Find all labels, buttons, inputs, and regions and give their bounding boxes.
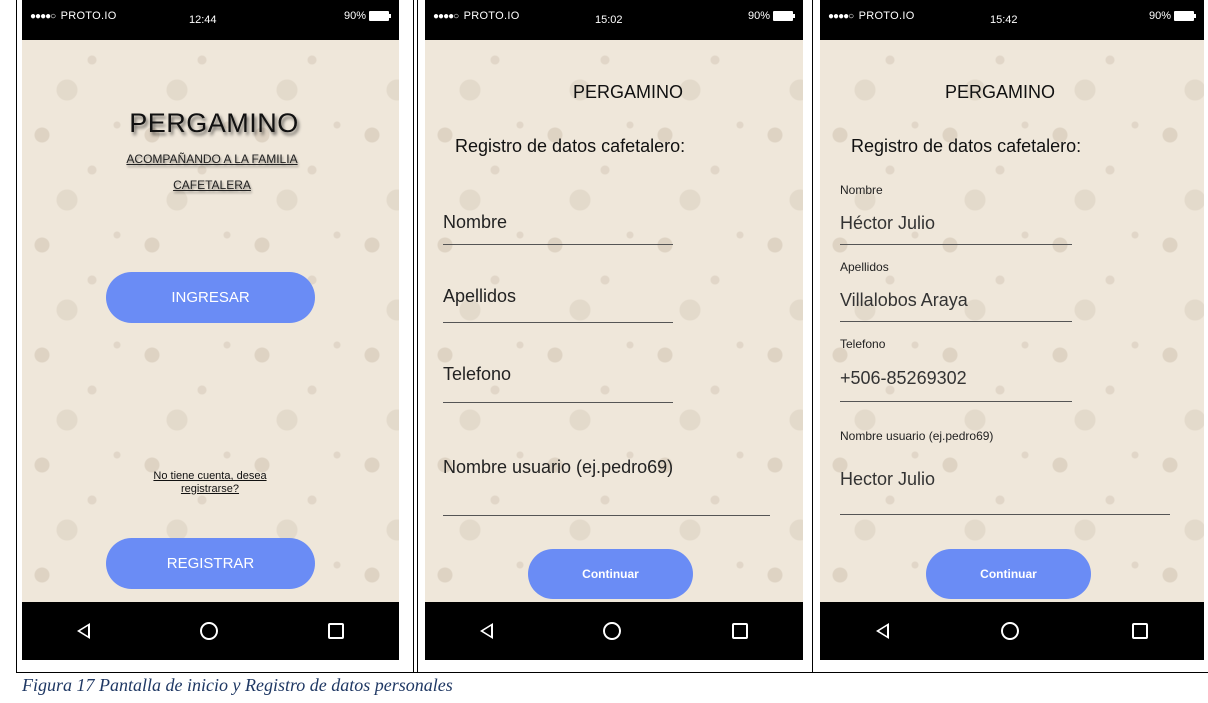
apellidos-field[interactable]: Apellidos Villalobos Araya [840,260,1072,324]
form-heading: Registro de datos cafetalero: [851,136,1082,156]
register-link[interactable]: No tiene cuenta, desea registrarse? [130,470,290,496]
android-nav-bar [22,602,399,660]
telefono-field[interactable]: Telefono +506-85269302 [840,337,1072,403]
home-icon[interactable] [603,622,622,640]
signal-icon: ●●●●○ [828,11,854,22]
clock: 15:02 [595,14,623,26]
continuar-button[interactable]: Continuar [528,549,693,599]
recent-apps-icon[interactable] [731,623,748,639]
username-placeholder: Nombre usuario (ej.pedro69) [443,457,674,477]
username-field[interactable]: Nombre usuario (ej.pedro69) Hector Julio [840,429,1170,517]
recent-apps-icon[interactable] [328,623,344,639]
back-icon[interactable] [876,623,890,639]
field-underline [840,514,1170,515]
home-screen: ●●●●○ PROTO.IO 12:44 90% PERGAMINO ACOMP… [22,0,399,660]
app-title: PERGAMINO [129,108,299,138]
field-underline [840,244,1072,245]
app-title: PERGAMINO [572,82,683,102]
signal-icon: ●●●●○ [30,11,56,22]
nombre-placeholder: Nombre [443,212,508,232]
recent-apps-icon[interactable] [1131,623,1148,639]
apellidos-label: Apellidos [840,260,889,274]
register-screen-filled: ●●●●○ PROTO.IO 15:42 90% PERGAMINO Regis… [820,0,1204,660]
ingresar-button[interactable]: INGRESAR [106,272,315,323]
apellidos-value: Villalobos Araya [840,290,968,310]
register-link-line2: registrarse? [180,483,240,495]
status-bar: ●●●●○ PROTO.IO 12:44 90% [22,0,399,40]
nombre-label: Nombre [840,183,883,197]
nombre-field[interactable]: Nombre Héctor Julio [840,183,1072,247]
register-link-line1: No tiene cuenta, desea [153,470,267,482]
field-underline [443,244,673,245]
carrier-label: PROTO.IO [858,10,915,22]
app-tagline-line2: CAFETALERA [173,178,251,192]
app-tagline-line1: ACOMPAÑANDO A LA FAMILIA [126,152,298,166]
field-underline [840,321,1072,322]
field-underline [443,322,673,323]
apellidos-field[interactable]: Apellidos [443,286,673,324]
field-underline [443,515,770,516]
field-underline [443,402,673,403]
telefono-placeholder: Telefono [443,364,512,384]
form-heading: Registro de datos cafetalero: [455,136,686,156]
username-field[interactable]: Nombre usuario (ej.pedro69) [443,457,770,517]
telefono-value: +506-85269302 [840,368,967,388]
continuar-button[interactable]: Continuar [926,549,1091,599]
battery-icon [369,11,391,22]
table-divider [417,0,418,673]
field-underline [840,401,1072,402]
back-icon[interactable] [480,623,494,639]
telefono-field[interactable]: Telefono [443,364,673,404]
status-bar: ●●●●○ PROTO.IO 15:42 90% [820,0,1204,40]
android-nav-bar [820,602,1204,660]
home-icon[interactable] [1001,622,1020,640]
clock: 15:42 [990,14,1018,26]
battery-level: 90% [1148,10,1171,22]
home-icon[interactable] [200,622,218,640]
battery-level: 90% [343,10,366,22]
carrier-label: PROTO.IO [60,10,117,22]
back-icon[interactable] [77,623,90,639]
battery-icon [773,11,795,22]
register-screen-empty: ●●●●○ PROTO.IO 15:02 90% PERGAMINO Regis… [425,0,803,660]
nombre-value: Héctor Julio [840,213,936,233]
apellidos-placeholder: Apellidos [443,286,517,306]
battery-level: 90% [747,10,770,22]
clock: 12:44 [189,14,217,26]
nombre-field[interactable]: Nombre [443,210,673,246]
carrier-label: PROTO.IO [463,10,520,22]
table-divider [413,0,414,673]
battery-icon [1174,11,1196,22]
username-label: Nombre usuario (ej.pedro69) [840,429,994,443]
signal-icon: ●●●●○ [433,11,459,22]
registrar-button[interactable]: REGISTRAR [106,538,315,589]
username-value: Hector Julio [840,469,936,489]
status-bar: ●●●●○ PROTO.IO 15:02 90% [425,0,803,40]
table-divider [812,0,813,673]
telefono-label: Telefono [840,337,886,351]
app-title: PERGAMINO [944,82,1055,102]
figure-caption: Figura 17 Pantalla de inicio y Registro … [22,675,453,695]
android-nav-bar [425,602,803,660]
